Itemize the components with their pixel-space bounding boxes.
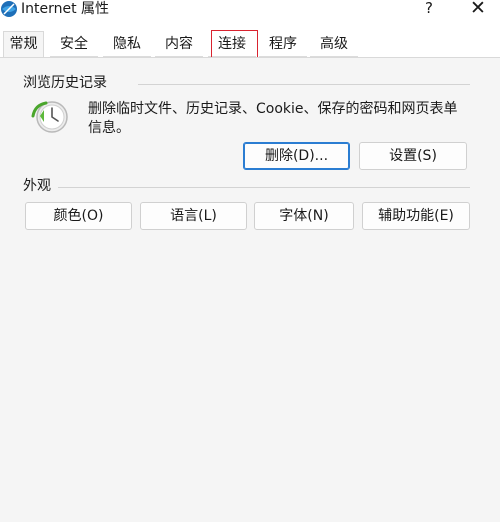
help-button[interactable]: ?: [422, 0, 436, 17]
tab-programs[interactable]: 程序: [259, 32, 307, 57]
appearance-divider: [58, 187, 470, 188]
history-clock-icon: [31, 101, 68, 133]
languages-button[interactable]: 语言(L): [140, 202, 247, 230]
delete-button[interactable]: 删除(D)...: [243, 142, 350, 170]
tab-security[interactable]: 安全: [50, 32, 98, 57]
tab-content[interactable]: 内容: [155, 32, 203, 57]
tab-general[interactable]: 常规: [3, 31, 44, 58]
title-bar: Internet 属性 ? ✕: [0, 0, 500, 20]
general-tab-panel: 浏览历史记录 删除临时文件、历史记录、Cookie、保存的密码和网页表单信息。 …: [0, 57, 500, 522]
close-button[interactable]: ✕: [468, 0, 488, 18]
browsing-history-description: 删除临时文件、历史记录、Cookie、保存的密码和网页表单信息。: [88, 101, 458, 136]
fonts-button[interactable]: 字体(N): [254, 202, 354, 230]
colors-button[interactable]: 颜色(O): [25, 202, 132, 230]
settings-button[interactable]: 设置(S): [359, 142, 467, 170]
browsing-history-divider: [138, 84, 470, 85]
tab-advanced[interactable]: 高级: [310, 32, 358, 57]
tab-strip: 常规 安全 隐私 内容 连接 程序 高级: [0, 31, 500, 58]
tab-connections[interactable]: 连接: [208, 32, 256, 57]
window-title: Internet 属性: [21, 1, 110, 17]
browsing-history-title: 浏览历史记录: [23, 75, 107, 91]
internet-globe-icon: [1, 1, 17, 17]
appearance-title: 外观: [23, 178, 51, 194]
tab-privacy[interactable]: 隐私: [103, 32, 151, 57]
accessibility-button[interactable]: 辅助功能(E): [362, 202, 470, 230]
